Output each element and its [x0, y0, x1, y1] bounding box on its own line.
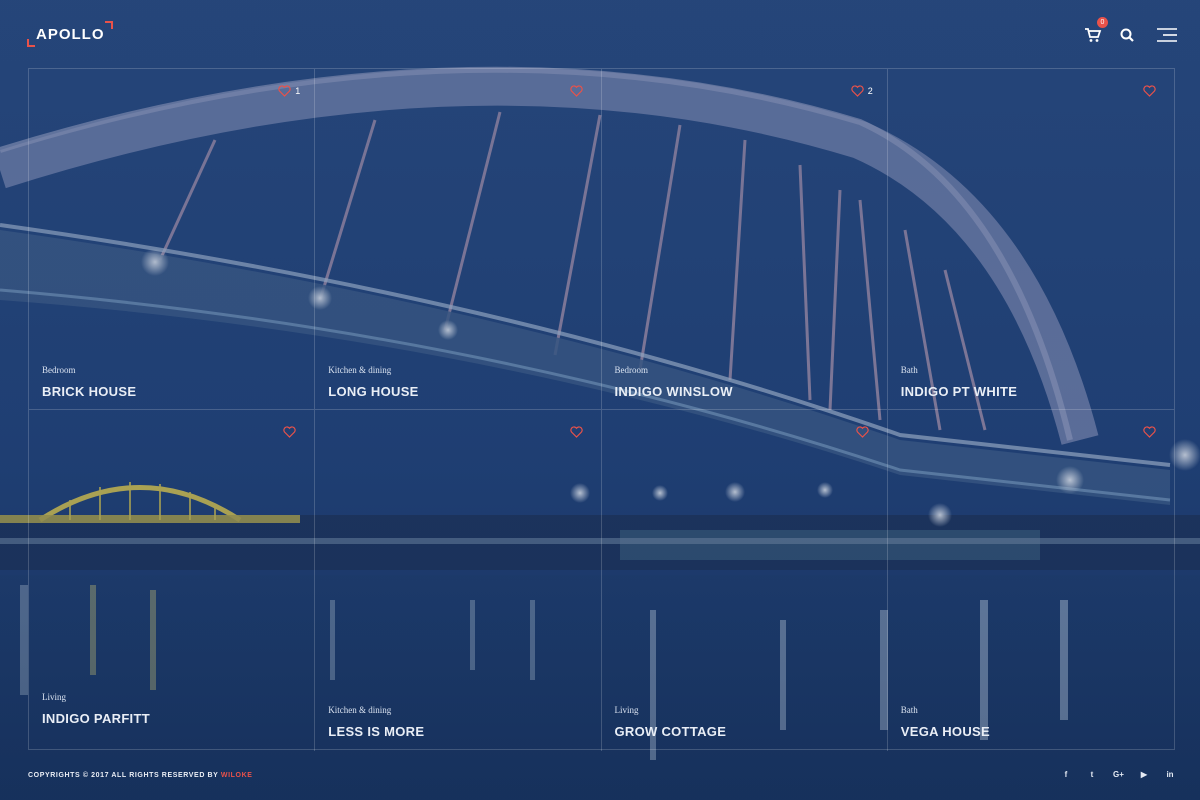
logo-corner-bracket [105, 21, 113, 29]
heart-icon [1143, 426, 1156, 438]
portfolio-item[interactable]: Living GROW COTTAGE [602, 410, 888, 751]
heart-icon [1143, 85, 1156, 97]
like-button[interactable]: 1 [278, 85, 300, 97]
item-title[interactable]: GROW COTTAGE [615, 724, 727, 739]
portfolio-item[interactable]: 1 Bedroom BRICK HOUSE [29, 69, 316, 410]
like-count: 1 [295, 86, 301, 96]
heart-icon [283, 426, 296, 438]
like-button[interactable] [569, 426, 587, 438]
social-links: f t G+ ▶ in [1061, 770, 1175, 779]
item-title[interactable]: INDIGO PT WHITE [901, 384, 1017, 399]
heart-icon [569, 426, 583, 438]
item-title[interactable]: INDIGO WINSLOW [615, 384, 733, 399]
portfolio-item[interactable]: 2 Bedroom INDIGO WINSLOW [601, 69, 888, 410]
item-category: Kitchen & dining [328, 705, 392, 715]
portfolio-item[interactable]: Kitchen & dining LESS IS MORE [315, 410, 602, 751]
item-title[interactable]: VEGA HOUSE [901, 724, 990, 739]
like-button[interactable] [283, 426, 300, 438]
like-button[interactable]: 2 [851, 85, 873, 97]
portfolio-item[interactable]: Kitchen & dining LONG HOUSE [315, 69, 602, 410]
copyright-brand-link[interactable]: WILOKE [221, 772, 253, 779]
item-category: Bath [900, 365, 918, 375]
item-title[interactable]: INDIGO PARFITT [42, 711, 150, 726]
search-icon[interactable] [1118, 25, 1140, 45]
item-category: Bedroom [614, 365, 649, 375]
copyright-text: COPYRIGHTS © 2017 ALL RIGHTS RESERVED BY… [28, 772, 253, 779]
menu-icon[interactable] [1155, 25, 1179, 45]
item-title[interactable]: LONG HOUSE [328, 384, 418, 399]
google-plus-icon[interactable]: G+ [1113, 770, 1124, 779]
like-button[interactable] [856, 426, 873, 438]
heart-icon [856, 426, 869, 438]
logo[interactable]: APOLLO [27, 21, 113, 47]
cart-icon[interactable] [1083, 25, 1105, 45]
like-button[interactable] [1143, 85, 1160, 97]
linkedin-icon[interactable]: in [1165, 770, 1175, 779]
like-button[interactable] [1143, 426, 1160, 438]
item-title[interactable]: BRICK HOUSE [42, 384, 136, 399]
item-category: Bedroom [42, 365, 76, 375]
logo-corner-bracket [27, 39, 35, 47]
twitter-icon[interactable]: t [1087, 770, 1097, 779]
portfolio-grid: 1 Bedroom BRICK HOUSE Kitchen & dining L… [28, 68, 1175, 751]
heart-icon [278, 85, 291, 97]
like-button[interactable] [569, 85, 587, 97]
logo-text: APOLLO [36, 26, 105, 43]
youtube-icon[interactable]: ▶ [1139, 770, 1149, 779]
item-category: Living [42, 692, 66, 702]
item-category: Kitchen & dining [328, 365, 392, 375]
heart-icon [569, 85, 583, 97]
copyright-label: COPYRIGHTS © 2017 ALL RIGHTS RESERVED BY [28, 772, 219, 779]
facebook-icon[interactable]: f [1061, 770, 1071, 779]
portfolio-item[interactable]: Bath VEGA HOUSE [888, 410, 1174, 751]
item-title[interactable]: LESS IS MORE [328, 724, 424, 739]
portfolio-item[interactable]: Bath INDIGO PT WHITE [887, 69, 1174, 410]
portfolio-item[interactable]: Living INDIGO PARFITT [29, 410, 316, 751]
item-category: Living [614, 705, 639, 715]
heart-icon [851, 85, 864, 97]
item-category: Bath [900, 705, 918, 715]
cart-count-badge: 0 [1097, 17, 1108, 28]
like-count: 2 [867, 86, 873, 96]
site-header: APOLLO 0 [0, 0, 1200, 70]
